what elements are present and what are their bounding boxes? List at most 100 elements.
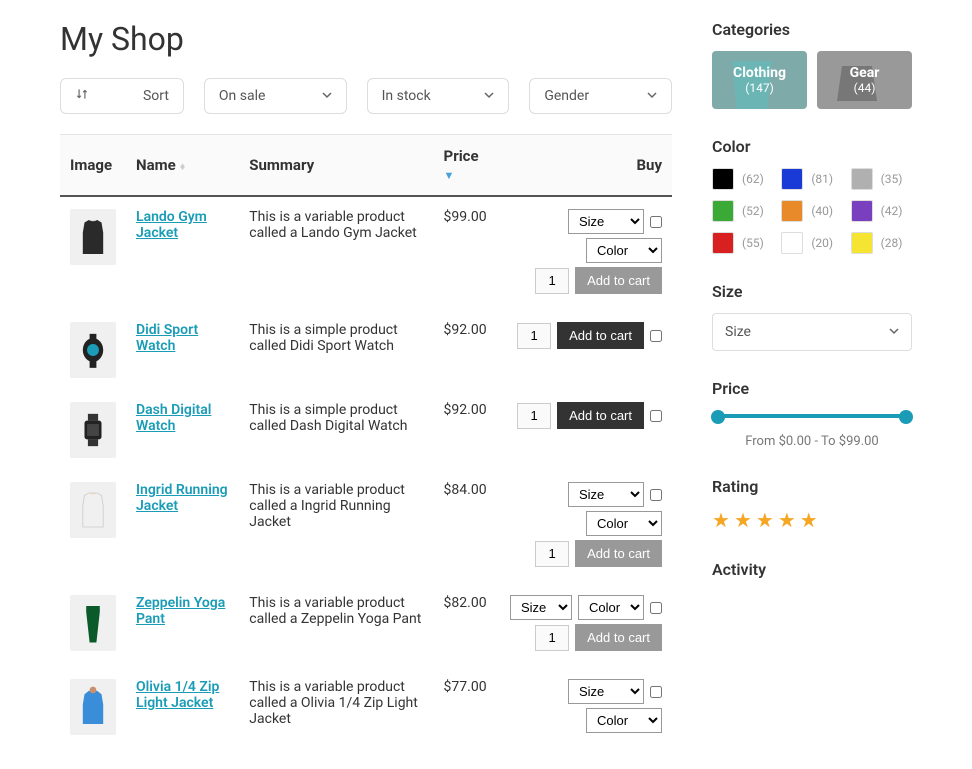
row-checkbox[interactable] [650, 686, 662, 698]
product-table: Image Name♦ Summary Price ▼ Buy Lando Gy… [60, 134, 672, 749]
size-select[interactable]: Size [568, 209, 644, 234]
quantity-input[interactable] [517, 403, 551, 429]
star-icon[interactable]: ★ [800, 508, 818, 532]
product-thumb[interactable] [70, 209, 116, 265]
size-select[interactable]: Size [568, 679, 644, 704]
quantity-input[interactable] [535, 625, 569, 651]
row-checkbox[interactable] [650, 410, 662, 422]
add-to-cart-button[interactable]: Add to cart [575, 540, 662, 567]
color-heading: Color [712, 137, 912, 156]
category-count: (44) [821, 81, 908, 95]
color-swatch[interactable]: (81) [781, 168, 842, 190]
star-icon[interactable]: ★ [734, 508, 752, 532]
star-icon[interactable]: ★ [712, 508, 730, 532]
add-to-cart-button[interactable]: Add to cart [557, 402, 644, 429]
swatch-box [851, 232, 873, 254]
row-checkbox[interactable] [650, 489, 662, 501]
swatch-box [712, 168, 734, 190]
price-heading: Price [712, 379, 912, 398]
category-card[interactable]: Clothing(147) [712, 51, 807, 109]
color-select[interactable]: Color [586, 238, 662, 263]
col-buy: Buy [500, 135, 672, 197]
categories-heading: Categories [712, 20, 912, 39]
quantity-input[interactable] [535, 268, 569, 294]
instock-filter[interactable]: In stock [367, 78, 510, 114]
slider-thumb-min[interactable] [711, 410, 725, 424]
chevron-down-icon [484, 88, 494, 104]
page-title: My Shop [60, 20, 672, 58]
color-swatch[interactable]: (52) [712, 200, 773, 222]
product-thumb[interactable] [70, 402, 116, 458]
row-checkbox[interactable] [650, 216, 662, 228]
sort-button[interactable]: Sort [60, 78, 184, 114]
quantity-input[interactable] [535, 541, 569, 567]
color-select[interactable]: Color [578, 595, 644, 620]
swatch-box [851, 168, 873, 190]
price-range-label: From $0.00 - To $99.00 [712, 434, 912, 449]
color-swatch[interactable]: (35) [851, 168, 912, 190]
size-select[interactable]: Size [510, 595, 572, 620]
row-checkbox[interactable] [650, 602, 662, 614]
color-select[interactable]: Color [586, 511, 662, 536]
chevron-down-icon [889, 324, 899, 340]
filter-bar: Sort On sale In stock Gender [60, 78, 672, 114]
add-to-cart-button[interactable]: Add to cart [575, 267, 662, 294]
sort-indicator-icon: ♦ [180, 160, 186, 173]
swatch-count: (20) [811, 236, 833, 250]
sort-asc-icon: ▼ [444, 169, 455, 182]
product-link[interactable]: Didi Sport Watch [136, 322, 198, 354]
slider-thumb-max[interactable] [899, 410, 913, 424]
rating-heading: Rating [712, 477, 912, 496]
swatch-count: (62) [742, 172, 764, 186]
rating-filter[interactable]: ★ ★ ★ ★ ★ [712, 508, 912, 532]
gender-filter[interactable]: Gender [529, 78, 672, 114]
row-checkbox[interactable] [650, 330, 662, 342]
product-summary: This is a simple product called Dash Dig… [239, 390, 433, 470]
col-summary[interactable]: Summary [239, 135, 433, 197]
quantity-input[interactable] [517, 323, 551, 349]
size-select[interactable]: Size [568, 482, 644, 507]
size-select-label: Size [725, 324, 751, 340]
product-link[interactable]: Zeppelin Yoga Pant [136, 595, 225, 627]
product-link[interactable]: Ingrid Running Jacket [136, 482, 228, 514]
col-image[interactable]: Image [60, 135, 126, 197]
product-thumb[interactable] [70, 595, 116, 651]
add-to-cart-button[interactable]: Add to cart [575, 624, 662, 651]
swatch-box [781, 200, 803, 222]
star-icon[interactable]: ★ [778, 508, 796, 532]
swatch-box [712, 232, 734, 254]
size-select[interactable]: Size [712, 313, 912, 351]
instock-label: In stock [382, 88, 431, 104]
product-price: $92.00 [434, 310, 500, 390]
color-swatch[interactable]: (40) [781, 200, 842, 222]
color-select[interactable]: Color [586, 708, 662, 733]
onsale-filter[interactable]: On sale [204, 78, 347, 114]
col-price[interactable]: Price ▼ [434, 135, 500, 197]
col-name[interactable]: Name♦ [126, 135, 239, 197]
category-card[interactable]: Gear(44) [817, 51, 912, 109]
category-name: Gear [821, 65, 908, 81]
product-summary: This is a variable product called a Oliv… [239, 667, 433, 749]
product-link[interactable]: Lando Gym Jacket [136, 209, 207, 241]
swatch-box [712, 200, 734, 222]
color-swatch[interactable]: (62) [712, 168, 773, 190]
price-slider[interactable] [718, 410, 906, 422]
table-row: Ingrid Running Jacket This is a variable… [60, 470, 672, 583]
color-swatch[interactable]: (55) [712, 232, 773, 254]
swatch-count: (52) [742, 204, 764, 218]
table-row: Didi Sport Watch This is a simple produc… [60, 310, 672, 390]
color-swatch[interactable]: (20) [781, 232, 842, 254]
star-icon[interactable]: ★ [756, 508, 774, 532]
product-thumb[interactable] [70, 482, 116, 538]
swatch-box [781, 168, 803, 190]
product-thumb[interactable] [70, 679, 116, 735]
color-swatch[interactable]: (42) [851, 200, 912, 222]
category-name: Clothing [716, 65, 803, 81]
product-price: $77.00 [434, 667, 500, 749]
product-thumb[interactable] [70, 322, 116, 378]
product-link[interactable]: Olivia 1/4 Zip Light Jacket [136, 679, 219, 711]
swatch-count: (28) [881, 236, 903, 250]
add-to-cart-button[interactable]: Add to cart [557, 322, 644, 349]
product-link[interactable]: Dash Digital Watch [136, 402, 211, 434]
color-swatch[interactable]: (28) [851, 232, 912, 254]
